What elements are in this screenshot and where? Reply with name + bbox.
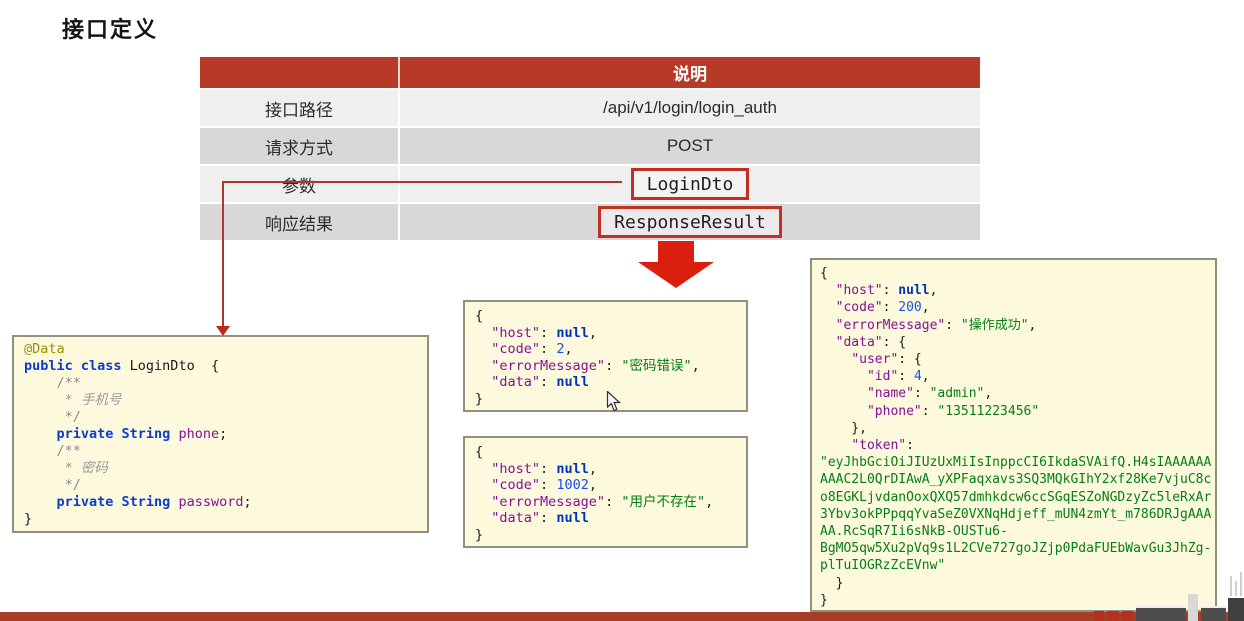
row-label: 请求方式 xyxy=(200,128,400,164)
down-block-arrow-icon xyxy=(630,240,720,290)
json-response-success-block: { "host": null, "code": 200, "errorMessa… xyxy=(810,258,1217,612)
code-line: "phone": "13511223456" xyxy=(820,403,1207,420)
code-line: BgMO5qw5Xu2pVq9s1L2CVe727goJZjp0PdaFUEbW… xyxy=(820,540,1207,557)
code-line: "data": null xyxy=(475,374,736,391)
code-line: * 密码 xyxy=(24,460,417,477)
code-line: 3Ybv3okPPpqqYvaSeZ0VXNqHdjeff_mUN4zmYt_m… xyxy=(820,506,1207,523)
table-row-api-path: 接口路径 /api/v1/login/login_auth xyxy=(200,90,980,126)
code-line: "data": { xyxy=(820,334,1207,351)
code-line: * 手机号 xyxy=(24,392,417,409)
code-line: /** xyxy=(24,443,417,460)
row-value: LoginDto xyxy=(400,166,980,202)
login-dto-java-code-block: @Datapublic class LoginDto { /** * 手机号 *… xyxy=(12,335,429,533)
code-line: "errorMessage": "用户不存在", xyxy=(475,494,736,511)
code-line: */ xyxy=(24,477,417,494)
code-line: { xyxy=(820,265,1207,282)
watermark-fragment xyxy=(1201,606,1226,621)
code-line: "host": null, xyxy=(820,282,1207,299)
code-line: private String password; xyxy=(24,494,417,511)
watermark-fragment xyxy=(1094,611,1104,621)
api-definition-table: 说明 接口路径 /api/v1/login/login_auth 请求方式 PO… xyxy=(200,57,980,240)
table-header-empty-cell xyxy=(200,57,400,88)
table-row-parameter: 参数 LoginDto xyxy=(200,166,980,202)
response-result-highlight-box: ResponseResult xyxy=(598,206,782,238)
code-line: { xyxy=(475,444,736,461)
code-line: "data": null xyxy=(475,510,736,527)
code-line: @Data xyxy=(24,341,417,358)
watermark-fragment xyxy=(1228,598,1244,621)
code-line: } xyxy=(24,511,417,528)
code-line: AAAC2L0QrDIAwA_yXPFaqxavs3SQ3MQkGIhY2xf2… xyxy=(820,471,1207,488)
code-line: "code": 200, xyxy=(820,299,1207,316)
watermark-fragment xyxy=(1240,572,1242,596)
watermark-fragment xyxy=(1230,576,1232,596)
connector-line-horizontal xyxy=(222,181,622,183)
watermark-fragment xyxy=(1122,611,1133,621)
watermark-fragment xyxy=(1188,594,1198,621)
code-line: "user": { xyxy=(820,351,1207,368)
code-line: "errorMessage": "操作成功", xyxy=(820,317,1207,334)
code-line: "id": 4, xyxy=(820,368,1207,385)
page-title: 接口定义 xyxy=(62,12,158,44)
watermark-fragment xyxy=(1136,606,1186,621)
code-line: } xyxy=(475,527,736,544)
code-line: "name": "admin", xyxy=(820,385,1207,402)
login-dto-highlight-box: LoginDto xyxy=(631,168,750,200)
code-line: "errorMessage": "密码错误", xyxy=(475,358,736,375)
code-line: AA.RcSqR7Ii6sNkB-OUSTu6- xyxy=(820,523,1207,540)
code-line: { xyxy=(475,308,736,325)
watermark-fragment xyxy=(1235,581,1237,596)
json-response-user-not-exist-block: { "host": null, "code": 1002, "errorMess… xyxy=(463,436,748,548)
slide-canvas: 接口定义 说明 接口路径 /api/v1/login/login_auth 请求… xyxy=(0,0,1244,621)
table-row-request-method: 请求方式 POST xyxy=(200,128,980,164)
code-line: "eyJhbGciOiJIUzUxMiIsInppcCI6IkdaSVAifQ.… xyxy=(820,454,1207,471)
row-value: POST xyxy=(400,128,980,164)
row-label: 参数 xyxy=(200,166,400,202)
code-line: "host": null, xyxy=(475,461,736,478)
table-header-description: 说明 xyxy=(400,57,980,88)
code-line: "host": null, xyxy=(475,325,736,342)
code-line: "token": xyxy=(820,437,1207,454)
bottom-red-bar xyxy=(0,612,1244,621)
code-line: } xyxy=(820,575,1207,592)
code-line: "code": 2, xyxy=(475,341,736,358)
code-line: private String phone; xyxy=(24,426,417,443)
code-line: plTuIOGRzZcEVnw" xyxy=(820,557,1207,574)
watermark-fragment xyxy=(1107,611,1119,621)
code-line: "code": 1002, xyxy=(475,477,736,494)
row-label: 接口路径 xyxy=(200,90,400,126)
code-line: public class LoginDto { xyxy=(24,358,417,375)
code-line: }, xyxy=(820,420,1207,437)
code-line: /** xyxy=(24,375,417,392)
connector-line-vertical xyxy=(222,181,224,328)
table-header-row: 说明 xyxy=(200,57,980,88)
row-label: 响应结果 xyxy=(200,204,400,240)
connector-arrowhead-icon xyxy=(216,326,230,336)
table-row-response-result: 响应结果 ResponseResult xyxy=(200,204,980,240)
row-value: ResponseResult xyxy=(400,204,980,240)
mouse-cursor-icon xyxy=(606,391,621,412)
code-line: */ xyxy=(24,409,417,426)
row-value: /api/v1/login/login_auth xyxy=(400,90,980,126)
code-line: o8EGKLjvdanOoxQXQ57dmhkdcw6ccSGqESZoNGDz… xyxy=(820,489,1207,506)
